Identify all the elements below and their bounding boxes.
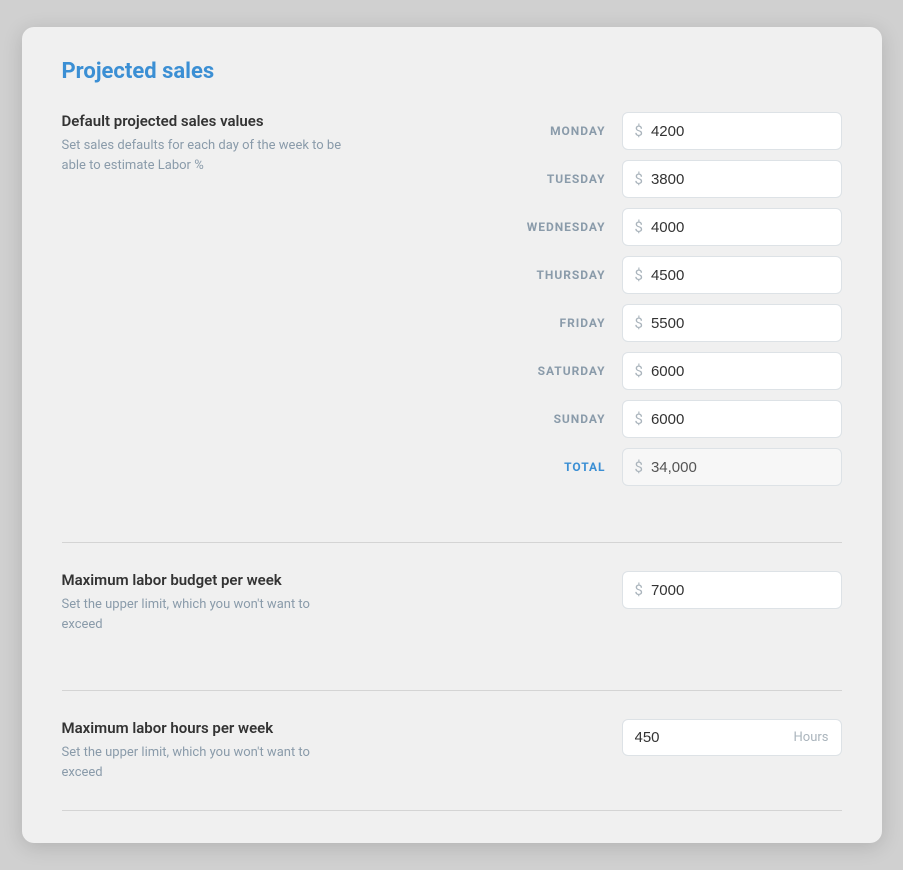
label-tuesday: TUESDAY [516, 172, 606, 186]
currency-tuesday: $ [635, 170, 643, 188]
input-wrapper-monday: $ [622, 112, 842, 150]
page-title: Projected sales [62, 59, 842, 84]
field-row-tuesday: TUESDAY $ [382, 160, 842, 198]
hours-unit: Hours [794, 730, 829, 745]
label-sunday: SUNDAY [516, 412, 606, 426]
input-sunday[interactable] [651, 411, 829, 428]
labor-hours-section: Maximum labor hours per week Set the upp… [62, 719, 842, 782]
divider-1 [62, 542, 842, 543]
input-wrapper-sunday: $ [622, 400, 842, 438]
field-row-thursday: THURSDAY $ [382, 256, 842, 294]
labor-budget-title: Maximum labor budget per week [62, 571, 342, 589]
label-saturday: SATURDAY [516, 364, 606, 378]
input-wrapper-saturday: $ [622, 352, 842, 390]
input-wednesday[interactable] [651, 219, 829, 236]
currency-monday: $ [635, 122, 643, 140]
labor-budget-currency: $ [635, 581, 643, 599]
field-row-saturday: SATURDAY $ [382, 352, 842, 390]
input-total [651, 459, 829, 476]
divider-3 [62, 810, 842, 811]
input-monday[interactable] [651, 123, 829, 140]
input-thursday[interactable] [651, 267, 829, 284]
labor-hours-input[interactable] [635, 729, 715, 746]
labor-budget-input-wrapper: $ [622, 571, 842, 609]
currency-saturday: $ [635, 362, 643, 380]
days-fields-area: MONDAY $ TUESDAY $ WEDNESDAY $ THURSDAY … [382, 112, 842, 486]
label-wednesday: WEDNESDAY [516, 220, 606, 234]
field-row-monday: MONDAY $ [382, 112, 842, 150]
field-row-friday: FRIDAY $ [382, 304, 842, 342]
projected-sales-info: Default projected sales values Set sales… [62, 112, 342, 175]
labor-hours-desc: Set the upper limit, which you won't wan… [62, 743, 342, 782]
labor-budget-input[interactable] [651, 582, 829, 599]
labor-budget-field-area: $ [382, 571, 842, 609]
field-row-total: TOTAL $ [382, 448, 842, 486]
label-friday: FRIDAY [516, 316, 606, 330]
projected-sales-section: Default projected sales values Set sales… [62, 112, 842, 514]
labor-hours-info: Maximum labor hours per week Set the upp… [62, 719, 342, 782]
input-friday[interactable] [651, 315, 829, 332]
currency-sunday: $ [635, 410, 643, 428]
input-tuesday[interactable] [651, 171, 829, 188]
currency-wednesday: $ [635, 218, 643, 236]
input-wrapper-tuesday: $ [622, 160, 842, 198]
labor-hours-field-area: Hours [382, 719, 842, 756]
projected-sales-title: Default projected sales values [62, 112, 342, 130]
main-card: Projected sales Default projected sales … [22, 27, 882, 843]
labor-budget-desc: Set the upper limit, which you won't wan… [62, 595, 342, 634]
labor-budget-info: Maximum labor budget per week Set the up… [62, 571, 342, 634]
currency-total: $ [635, 458, 643, 476]
labor-hours-title: Maximum labor hours per week [62, 719, 342, 737]
input-saturday[interactable] [651, 363, 829, 380]
input-wrapper-total: $ [622, 448, 842, 486]
divider-2 [62, 690, 842, 691]
labor-hours-input-wrapper: Hours [622, 719, 842, 756]
projected-sales-desc: Set sales defaults for each day of the w… [62, 136, 342, 175]
label-monday: MONDAY [516, 124, 606, 138]
input-wrapper-thursday: $ [622, 256, 842, 294]
currency-thursday: $ [635, 266, 643, 284]
input-wrapper-friday: $ [622, 304, 842, 342]
label-total: TOTAL [516, 460, 606, 474]
field-row-wednesday: WEDNESDAY $ [382, 208, 842, 246]
label-thursday: THURSDAY [516, 268, 606, 282]
field-row-sunday: SUNDAY $ [382, 400, 842, 438]
labor-budget-section: Maximum labor budget per week Set the up… [62, 571, 842, 662]
input-wrapper-wednesday: $ [622, 208, 842, 246]
currency-friday: $ [635, 314, 643, 332]
